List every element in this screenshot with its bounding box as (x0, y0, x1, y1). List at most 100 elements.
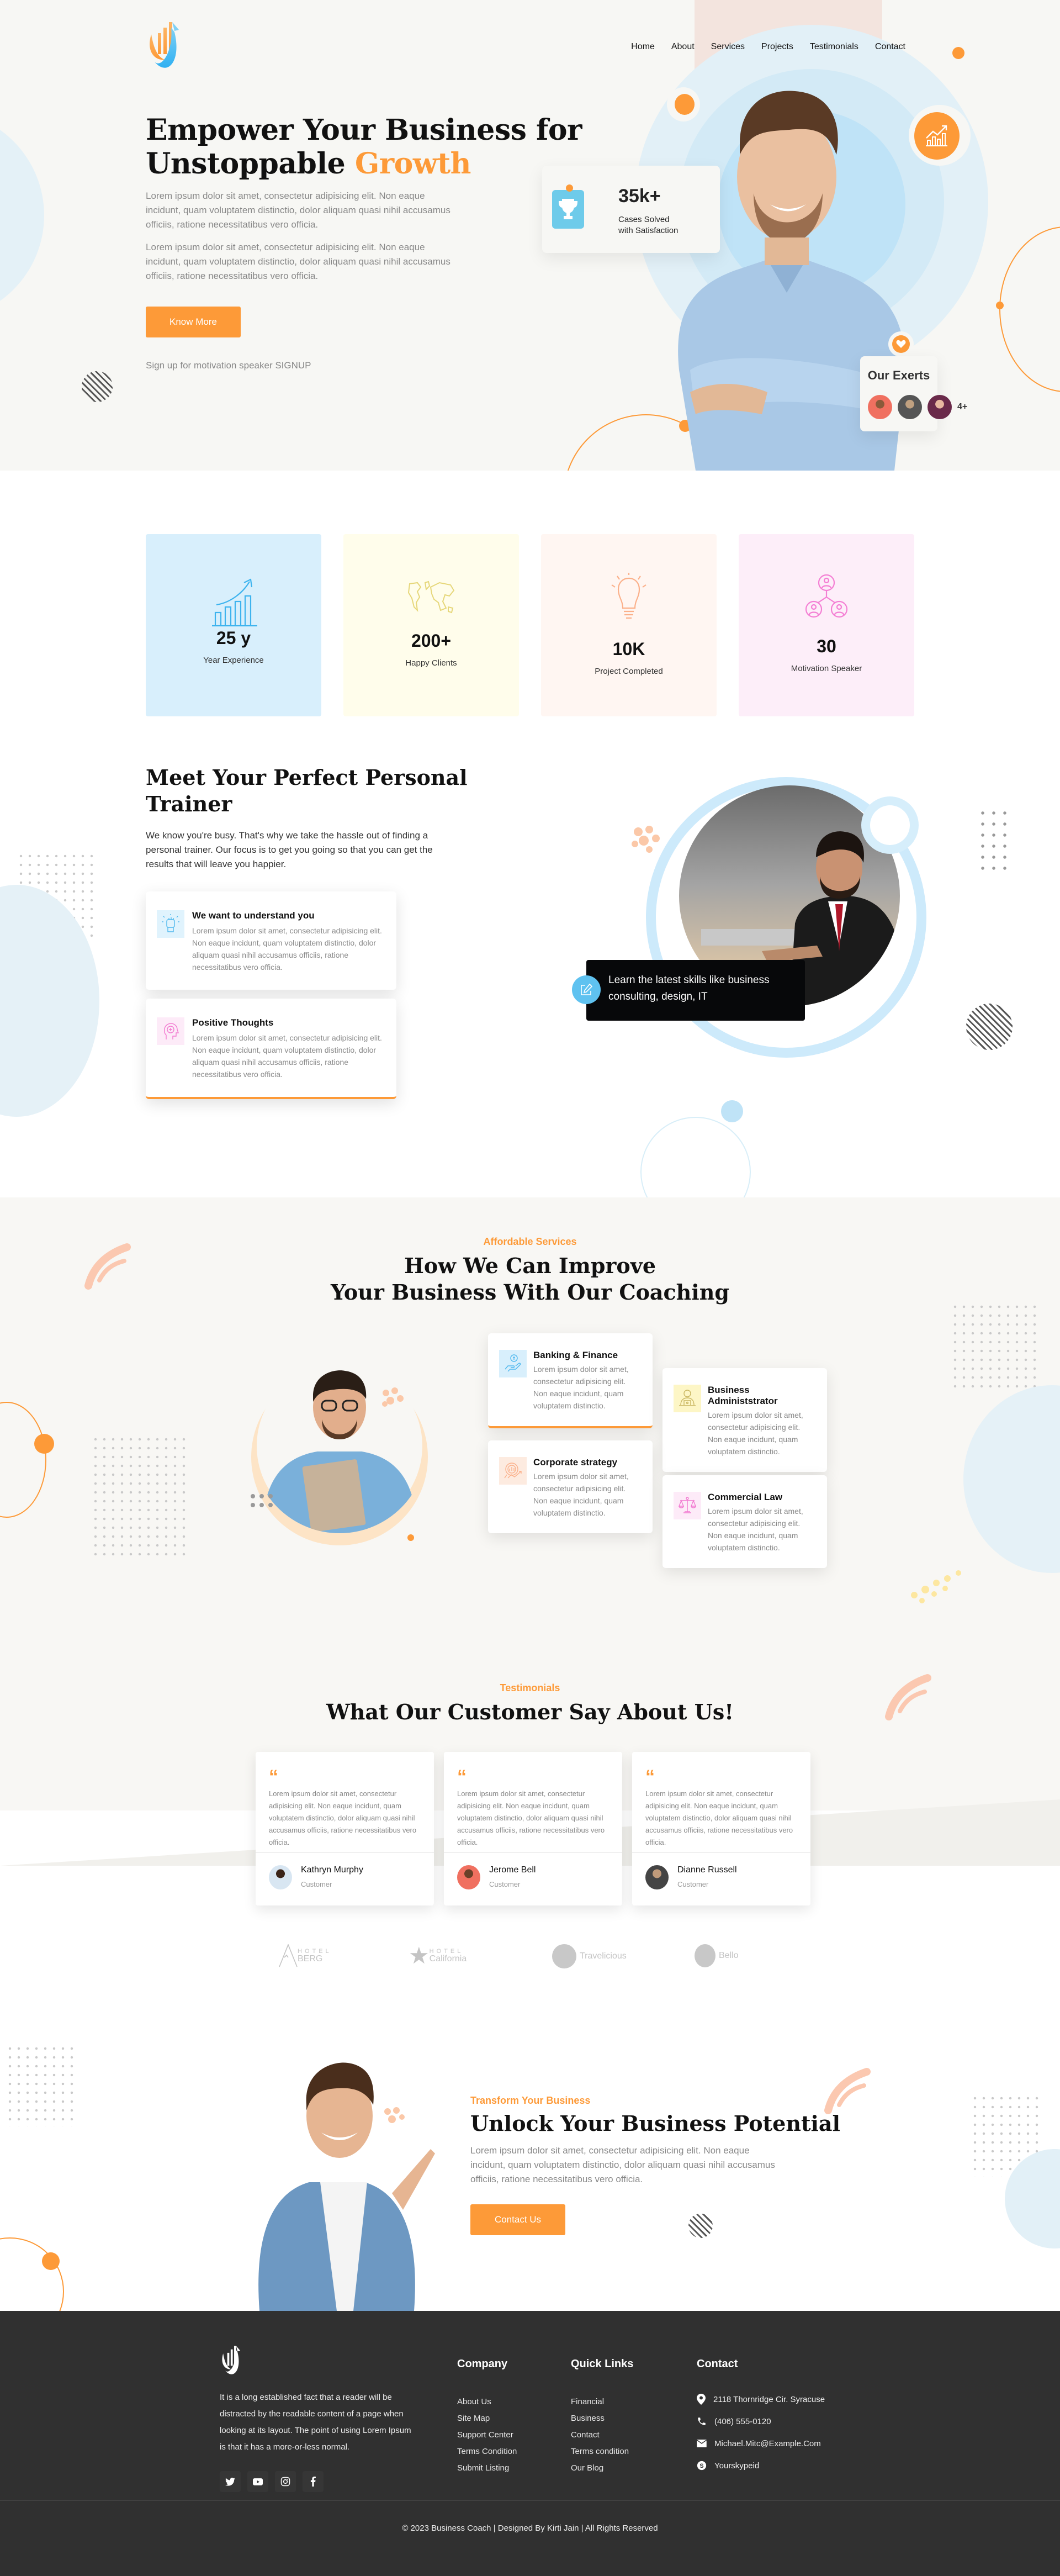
footer-link-support-center[interactable]: Support Center (457, 2427, 517, 2443)
contact-skype[interactable]: S Yourskypeid (697, 2454, 825, 2477)
nav-services[interactable]: Services (711, 42, 745, 52)
service-card-title: Commercial Law (708, 1492, 783, 1502)
decor-hatch (82, 371, 113, 402)
cta-person-image (248, 2055, 436, 2311)
counters-section: 25 y Year Experience 200+ Happy Clients … (0, 471, 1060, 752)
decor-ring (0, 2237, 64, 2311)
cases-stat-label-1: Cases Solved (618, 215, 670, 224)
counter-value: 200+ (411, 631, 452, 651)
footer-link-financial[interactable]: Financial (571, 2394, 633, 2410)
signup-text[interactable]: Sign up for motivation speaker SIGNUP (146, 360, 311, 371)
quote-icon: “ (645, 1766, 655, 1787)
expert-avatar[interactable] (898, 395, 922, 419)
contact-email[interactable]: Michael.Mitc@Example.Com (697, 2432, 825, 2454)
decor-dots (951, 1302, 1039, 1391)
footer-logo[interactable] (220, 2345, 254, 2381)
nav-projects[interactable]: Projects (761, 42, 793, 52)
footer-link-terms[interactable]: Terms condition (571, 2443, 633, 2460)
youtube-icon[interactable] (247, 2471, 268, 2492)
mail-icon (697, 2440, 707, 2447)
skype-icon: S (697, 2461, 707, 2471)
experts-title: Our Exerts (867, 368, 930, 382)
hero-title-highlight: Growth (354, 147, 471, 181)
service-card-text: Lorem ipsum dolor sit amet, consectetur … (533, 1365, 629, 1410)
skills-badge-text: Learn the latest skills like business co… (608, 974, 770, 1002)
footer-link-submit-listing[interactable]: Submit Listing (457, 2460, 517, 2477)
mountain-icon (279, 1944, 298, 1967)
hero-paragraph-2: Lorem ipsum dolor sit amet, consectetur … (146, 242, 451, 281)
nav-about[interactable]: About (671, 42, 695, 52)
brand-small: HOTEL (298, 1947, 332, 1955)
footer-link-site-map[interactable]: Site Map (457, 2410, 517, 2427)
contact-address-text: 2118 Thornridge Cir. Syracuse (713, 2394, 825, 2404)
facebook-icon[interactable] (303, 2471, 324, 2492)
service-card[interactable]: Corporate strategy Lorem ipsum dolor sit… (488, 1440, 653, 1533)
expert-avatar[interactable] (868, 395, 892, 419)
trainer-section: Meet Your Perfect Personal Trainer We kn… (0, 752, 1060, 1197)
service-card-title: Business Administstrator (708, 1385, 778, 1406)
bello-mark-icon (695, 1944, 716, 1967)
testimonial-text: Lorem ipsum dolor sit amet, consectetur … (645, 1790, 793, 1846)
service-card[interactable]: Business Administstrator Lorem ipsum dol… (662, 1368, 827, 1472)
counter-label: Happy Clients (405, 658, 457, 668)
footer-link-blog[interactable]: Our Blog (571, 2460, 633, 2477)
travelicious-mark-icon (552, 1944, 576, 1968)
decor-dot (42, 2252, 60, 2270)
admin-person-icon (674, 1385, 701, 1412)
team-network-icon (739, 573, 914, 622)
services-title-line1: How We Can Improve (404, 1253, 656, 1278)
counter-label: Motivation Speaker (791, 664, 862, 673)
cta-title: Unlock Your Business Potential (470, 2111, 840, 2136)
feature-card-title: We want to understand you (192, 910, 315, 921)
footer-link-about-us[interactable]: About Us (457, 2394, 517, 2410)
feature-card-title: Positive Thoughts (192, 1017, 274, 1028)
quote-icon: “ (457, 1766, 467, 1787)
contact-phone[interactable]: (406) 555-0120 (697, 2410, 825, 2432)
service-card[interactable]: Banking & Finance Lorem ipsum dolor sit … (488, 1333, 653, 1428)
mind-plus-icon (157, 1017, 184, 1045)
twitter-icon[interactable] (220, 2471, 241, 2492)
decor-dot (34, 1434, 54, 1454)
experts-card: Our Exerts 4+ (860, 356, 967, 431)
feature-card-text: Lorem ipsum dolor sit amet, consectetur … (192, 926, 382, 972)
nav-home[interactable]: Home (631, 42, 655, 52)
phone-icon (698, 2417, 706, 2425)
logo[interactable] (146, 22, 201, 73)
main-nav: Home About Services Projects Testimonial… (631, 42, 905, 52)
decor-dot (952, 47, 964, 59)
decor-blob (381, 2105, 409, 2129)
decor-dots (250, 1493, 283, 1515)
expert-avatar[interactable] (928, 395, 952, 419)
brand-name: Travelicious (580, 1951, 627, 1961)
decor-ring (999, 226, 1060, 392)
svg-text:S: S (699, 2463, 703, 2469)
nav-contact[interactable]: Contact (875, 42, 905, 52)
copyright: © 2023 Business Coach | Designed By Kirt… (402, 2524, 658, 2533)
footer-link-business[interactable]: Business (571, 2410, 633, 2427)
footer-about: It is a long established fact that a rea… (220, 2393, 411, 2452)
contact-us-button[interactable]: Contact Us (470, 2204, 565, 2235)
instagram-icon[interactable] (275, 2471, 296, 2492)
star-icon: ★ (409, 1942, 430, 1968)
hero-paragraph-1: Lorem ipsum dolor sit amet, consectetur … (146, 191, 451, 230)
service-card[interactable]: Commercial Law Lorem ipsum dolor sit ame… (662, 1475, 827, 1568)
know-more-button[interactable]: Know More (146, 307, 241, 337)
contact-address: 2118 Thornridge Cir. Syracuse (697, 2388, 825, 2410)
cases-stat-card: 35k+ Cases Solved with Satisfaction (542, 166, 720, 253)
quote-icon: “ (269, 1766, 278, 1787)
counter-value: 30 (817, 636, 836, 656)
counter-value: 25 y (216, 628, 251, 648)
testimonial-card: “ Lorem ipsum dolor sit amet, consectetu… (632, 1752, 810, 1905)
nav-testimonials[interactable]: Testimonials (810, 42, 858, 52)
testimonial-name: Dianne Russell (677, 1865, 737, 1875)
testimonial-role: Customer (677, 1880, 709, 1888)
brand-logo: HOTEL BERG (279, 1944, 332, 1967)
growth-chart-icon (146, 578, 321, 628)
footer-link-terms-condition[interactable]: Terms Condition (457, 2443, 517, 2460)
footer-contact-column: Contact 2118 Thornridge Cir. Syracuse (4… (697, 2358, 825, 2477)
decor-dots (6, 2044, 77, 2127)
footer-link-contact[interactable]: Contact (571, 2427, 633, 2443)
brand-logo: ★ HOTEL California (409, 1944, 467, 1967)
testimonials-kicker: Testimonials (500, 1682, 560, 1693)
testimonial-avatar (645, 1865, 669, 1889)
